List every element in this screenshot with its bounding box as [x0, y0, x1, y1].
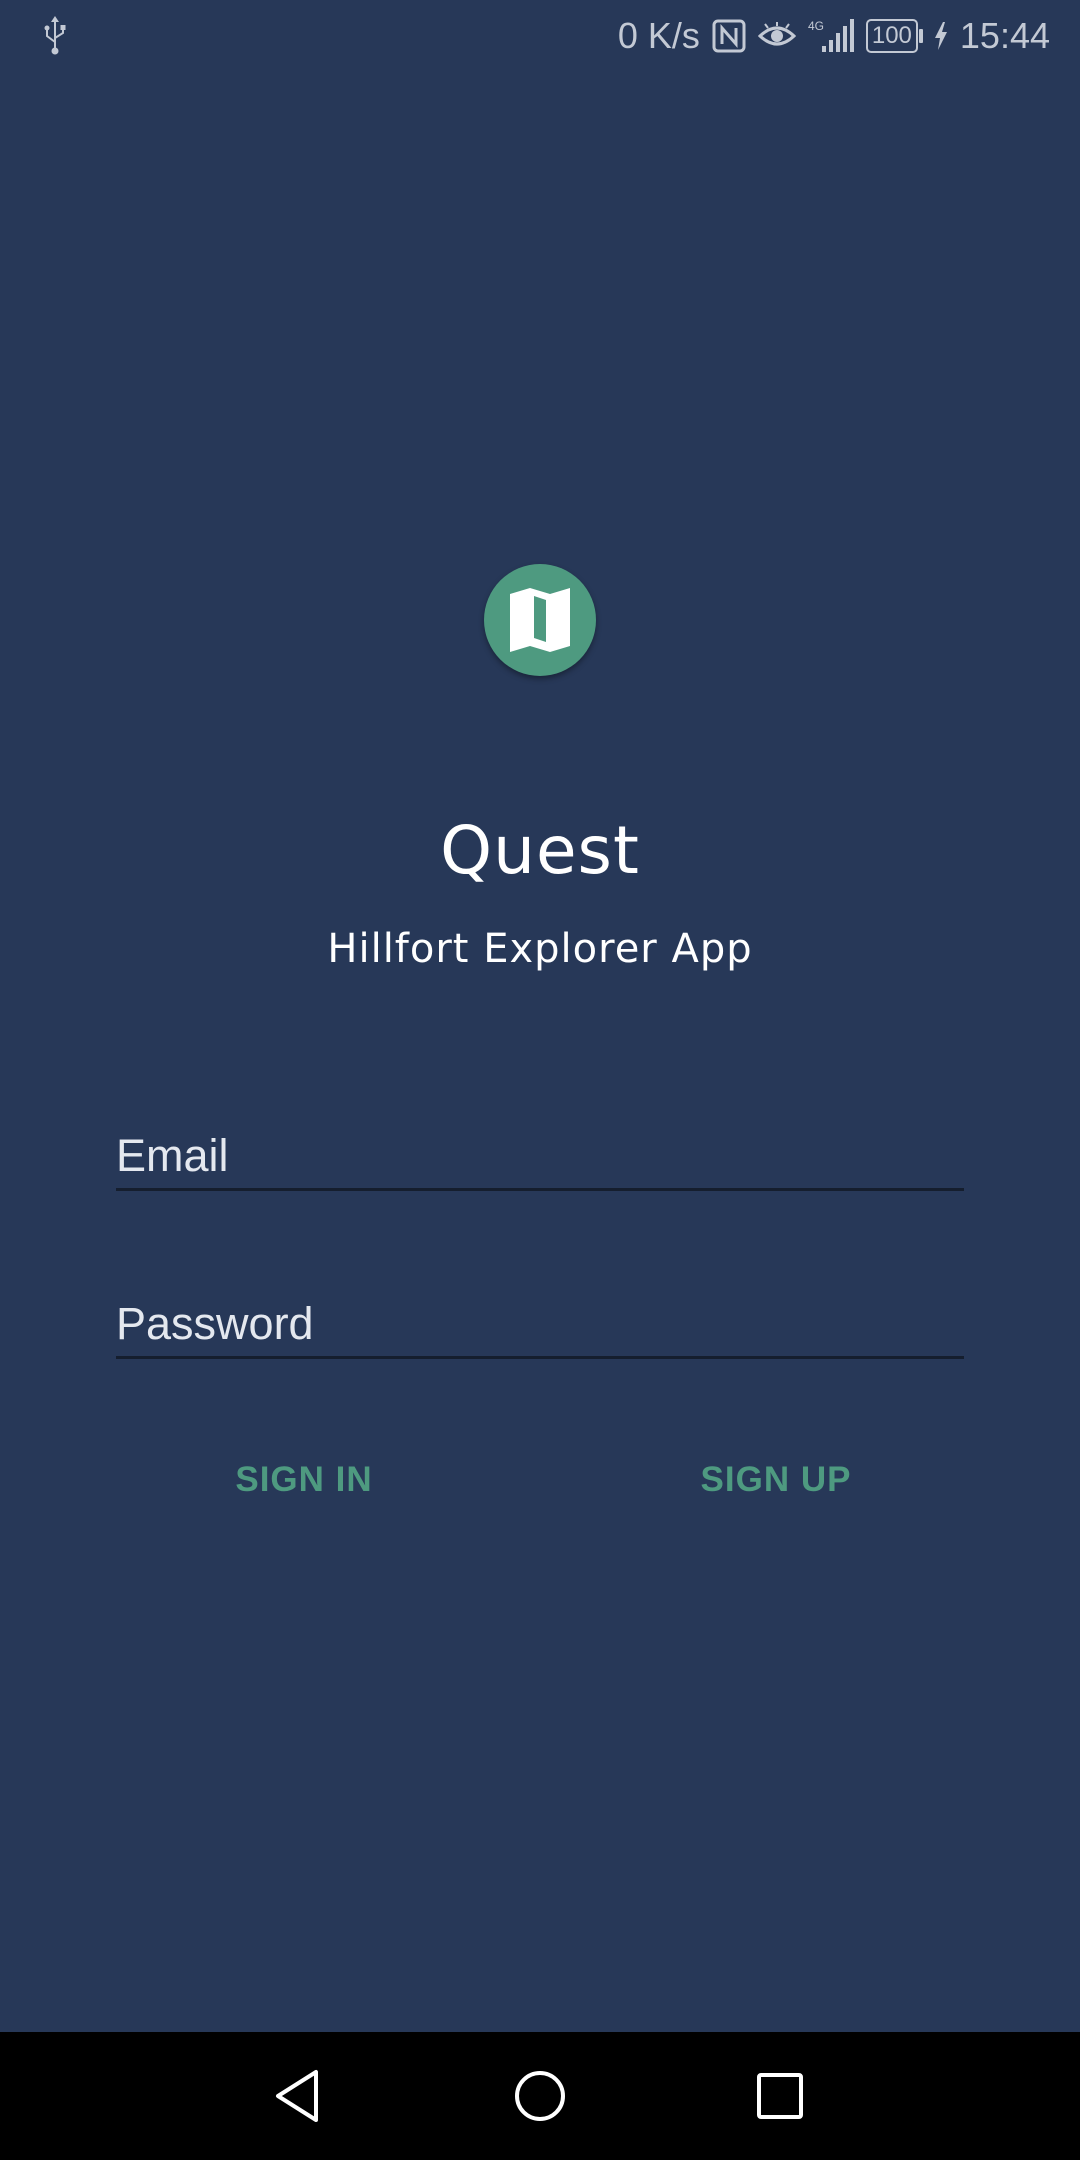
app-subtitle: Hillfort Explorer App — [327, 926, 753, 972]
signal-type-label: 4G — [808, 19, 824, 33]
navigation-bar — [0, 2032, 1080, 2160]
usb-icon — [40, 14, 70, 58]
status-bar: 0 K/s 4G 100 15:44 — [0, 0, 1080, 72]
sign-up-button[interactable]: SIGN UP — [626, 1440, 926, 1520]
app-title: Quest — [440, 812, 640, 889]
battery-icon: 100 — [865, 19, 923, 53]
email-field[interactable] — [116, 1130, 964, 1182]
battery-level: 100 — [871, 22, 912, 49]
back-icon — [276, 2070, 318, 2122]
home-icon — [515, 2071, 565, 2121]
back-button[interactable] — [260, 2056, 340, 2136]
status-icons: 0 K/s 4G 100 15:44 — [618, 12, 1050, 60]
signal-icon: 4G — [808, 18, 854, 54]
recent-apps-icon — [757, 2073, 803, 2119]
password-field[interactable] — [116, 1298, 964, 1350]
email-field-container — [116, 1108, 964, 1191]
sign-in-button[interactable]: SIGN IN — [154, 1440, 454, 1520]
eye-icon — [757, 22, 796, 50]
password-field-container — [116, 1276, 964, 1359]
map-icon — [510, 588, 570, 652]
recent-apps-button[interactable] — [740, 2056, 820, 2136]
network-speed: 0 K/s — [617, 15, 700, 56]
home-button[interactable] — [500, 2056, 580, 2136]
clock: 15:44 — [959, 15, 1050, 56]
nfc-icon — [712, 19, 746, 53]
login-screen: 0 K/s 4G 100 15:44 Quest Hillfort Explor… — [0, 0, 1080, 2032]
app-logo — [484, 564, 596, 676]
charging-icon — [934, 22, 948, 50]
